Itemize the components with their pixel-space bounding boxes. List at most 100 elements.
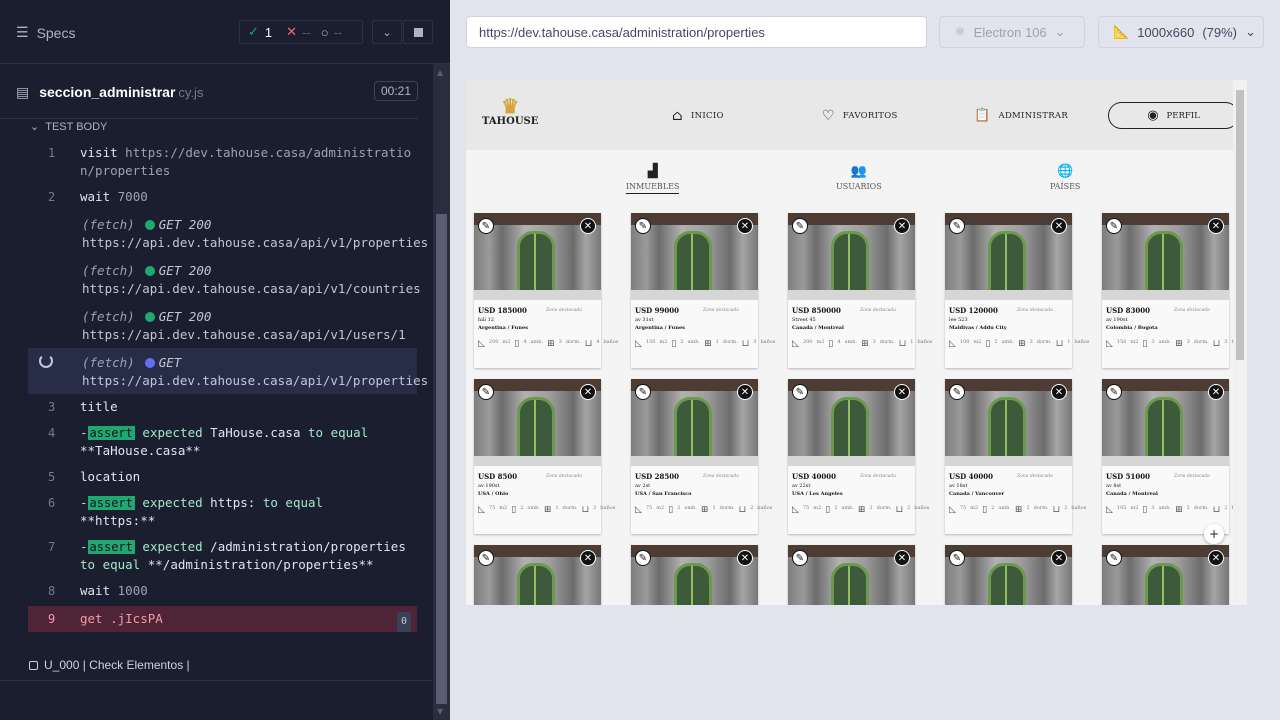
- delete-icon[interactable]: ✕: [580, 218, 596, 234]
- delete-icon[interactable]: ✕: [1051, 550, 1067, 566]
- edit-icon[interactable]: ✎: [635, 550, 651, 566]
- add-property-button[interactable]: +: [1204, 524, 1224, 544]
- scroll-up-icon[interactable]: ▲: [437, 68, 443, 77]
- assert-row[interactable]: 6 - assert expected https: to equal **htt…: [28, 490, 417, 534]
- edit-icon[interactable]: ✎: [478, 218, 494, 234]
- viewport-selector[interactable]: 📐 1000x660 (79%) ⌄: [1098, 16, 1264, 48]
- command-row[interactable]: 5 location: [28, 464, 417, 490]
- fetch-row[interactable]: (fetch) GET 200 https://api.dev.tahouse.c…: [28, 210, 428, 256]
- delete-icon[interactable]: ✕: [737, 218, 753, 234]
- property-card[interactable]: ✎✕USD 850000Zona destacadaStreet 45Canad…: [788, 545, 915, 605]
- delete-icon[interactable]: ✕: [1208, 218, 1224, 234]
- nav-perfil-button[interactable]: ◉ PERFIL: [1108, 102, 1239, 129]
- command-arg: 1000: [117, 583, 148, 598]
- property-location: USA / Ohio: [478, 491, 509, 497]
- edit-icon[interactable]: ✎: [1106, 550, 1122, 566]
- edit-icon[interactable]: ✎: [635, 218, 651, 234]
- banos-value: 2: [750, 505, 754, 511]
- property-card[interactable]: ✎✕USD 185000Zona destacadahili 12Argenti…: [474, 545, 601, 605]
- fetch-row[interactable]: (fetch) GET 200 https://api.dev.tahouse.c…: [28, 256, 421, 302]
- fetch-url: https://api.dev.tahouse.casa/api/v1/coun…: [82, 281, 421, 296]
- fetch-row-pending[interactable]: (fetch) GET https://api.dev.tahouse.casa/…: [28, 348, 428, 394]
- scrollbar-thumb[interactable]: [436, 214, 447, 704]
- specs-toggle[interactable]: ☰ Specs: [16, 24, 75, 41]
- property-card[interactable]: ✎✕USD 83000Zona destacadaav 190stColombi…: [1102, 213, 1246, 368]
- command-row[interactable]: 2 wait 7000: [28, 184, 417, 210]
- property-card[interactable]: ✎✕USD 99000Zona destacadaav 31stArgentin…: [631, 545, 758, 605]
- banos-value: 3: [1224, 339, 1228, 345]
- delete-icon[interactable]: ✕: [1051, 218, 1067, 234]
- dorm-value: 1: [715, 339, 719, 345]
- edit-icon[interactable]: ✎: [478, 550, 494, 566]
- edit-icon[interactable]: ✎: [792, 384, 808, 400]
- edit-icon[interactable]: ✎: [792, 218, 808, 234]
- assert-row[interactable]: 7 - assert expected /administration/prope…: [28, 534, 417, 578]
- edit-icon[interactable]: ✎: [949, 384, 965, 400]
- property-card[interactable]: ✎✕USD 120000Zona destacadalee 523Maldiva…: [945, 213, 1089, 368]
- ambientes-value: 2: [991, 505, 995, 511]
- tab-inmuebles[interactable]: ▟ INMUEBLES: [626, 164, 680, 194]
- delete-icon[interactable]: ✕: [1208, 550, 1224, 566]
- delete-icon[interactable]: ✕: [894, 550, 910, 566]
- fetch-row[interactable]: (fetch) GET 200 https://api.dev.tahouse.c…: [28, 302, 417, 348]
- stop-button[interactable]: [403, 20, 433, 44]
- url-bar[interactable]: https://dev.tahouse.casa/administration/…: [466, 16, 927, 48]
- featured-label: Zona destacada: [546, 474, 582, 479]
- featured-label: Zona destacada: [703, 474, 739, 479]
- delete-icon[interactable]: ✕: [580, 550, 596, 566]
- browser-selector[interactable]: ⚛ Electron 106 ⌄: [939, 16, 1085, 48]
- edit-icon[interactable]: ✎: [949, 550, 965, 566]
- delete-icon[interactable]: ✕: [737, 384, 753, 400]
- edit-icon[interactable]: ✎: [1106, 218, 1122, 234]
- property-card[interactable]: ✎✕USD 99000Zona destacadaav 31stArgentin…: [631, 213, 775, 368]
- dorm-value: 3: [1186, 339, 1190, 345]
- test-body-header[interactable]: ⌄ TEST BODY: [30, 120, 107, 133]
- runner-scrollbar[interactable]: ▲ ▼: [433, 64, 450, 720]
- command-row[interactable]: 3 title: [28, 394, 417, 420]
- delete-icon[interactable]: ✕: [580, 384, 596, 400]
- delete-icon[interactable]: ✕: [1051, 384, 1067, 400]
- scrollbar-thumb[interactable]: [1236, 90, 1244, 360]
- property-card[interactable]: ✎✕USD 83000Zona destacadaav 190stColombi…: [1102, 545, 1229, 605]
- property-card[interactable]: ✎ ✕ USD 40000 Zona destacada av 18st Canada /…: [945, 379, 1086, 534]
- app-scrollbar[interactable]: [1233, 80, 1247, 605]
- tab-usuarios[interactable]: 👥 USUARIOS: [836, 164, 882, 191]
- door-icon: ▯: [1142, 339, 1148, 349]
- property-price: USD 8500: [478, 472, 518, 481]
- delete-icon[interactable]: ✕: [894, 218, 910, 234]
- next-test-item[interactable]: U_000 | Check Elementos |: [29, 658, 190, 672]
- edit-icon[interactable]: ✎: [949, 218, 965, 234]
- delete-icon[interactable]: ✕: [894, 384, 910, 400]
- assert-row[interactable]: 4 - assert expected TaHouse.casa to equal…: [28, 420, 417, 464]
- property-card[interactable]: ✎ ✕ USD 8500 Zona destacada av 190st USA / Oh…: [474, 379, 615, 534]
- property-card[interactable]: ✎ ✕ USD 40000 Zona destacada av 22st USA / Lo…: [788, 379, 929, 534]
- command-row[interactable]: 8 wait 1000: [28, 578, 417, 604]
- edit-icon[interactable]: ✎: [792, 550, 808, 566]
- property-card[interactable]: ✎✕USD 185000Zona destacadahili 12Argenti…: [474, 213, 618, 368]
- property-price: USD 40000: [792, 472, 837, 481]
- chevron-down-icon[interactable]: ⌄: [372, 20, 402, 44]
- nav-favoritos[interactable]: ♡ FAVORITOS: [822, 108, 898, 124]
- edit-icon[interactable]: ✎: [1106, 384, 1122, 400]
- delete-icon[interactable]: ✕: [737, 550, 753, 566]
- property-specs: ◺ 75 m2 ▯ 2 amb. ⊞ 1 dorm. ⊔ 2 baños: [478, 505, 616, 515]
- command-arg: 7000: [117, 189, 148, 204]
- delete-icon[interactable]: ✕: [1208, 384, 1224, 400]
- property-grid: ✎ ✕ USD 185000 Zona destacada hili 12 Argenti…: [466, 205, 1246, 605]
- property-card[interactable]: ✎ ✕ USD 51000 Zona destacada av 8st Canada / …: [1102, 379, 1246, 534]
- property-card[interactable]: ✎✕USD 120000Zona destacadalee 523Maldiva…: [945, 545, 1072, 605]
- app-logo[interactable]: ♛ TAHOUSE: [482, 96, 538, 127]
- command-row-failed[interactable]: 9 get .jIcsPA 0: [28, 606, 417, 632]
- tab-paises[interactable]: 🌐 PAÍSES: [1050, 164, 1080, 191]
- scroll-down-icon[interactable]: ▼: [437, 707, 443, 716]
- property-card[interactable]: ✎✕USD 850000Zona destacadaStreet 45Canad…: [788, 213, 932, 368]
- nav-administrar[interactable]: 📋 ADMINISTRAR: [974, 108, 1068, 123]
- nav-inicio[interactable]: ⌂ INICIO: [672, 108, 724, 124]
- dorm-value: 2: [1026, 505, 1030, 511]
- edit-icon[interactable]: ✎: [478, 384, 494, 400]
- property-card[interactable]: ✎ ✕ USD 28500 Zona destacada av 2st USA / San…: [631, 379, 772, 534]
- dorm-value: 2: [1029, 339, 1033, 345]
- edit-icon[interactable]: ✎: [635, 384, 651, 400]
- command-row[interactable]: 1 visit https://dev.tahouse.casa/adminis…: [28, 140, 417, 184]
- area-icon: ◺: [635, 505, 642, 515]
